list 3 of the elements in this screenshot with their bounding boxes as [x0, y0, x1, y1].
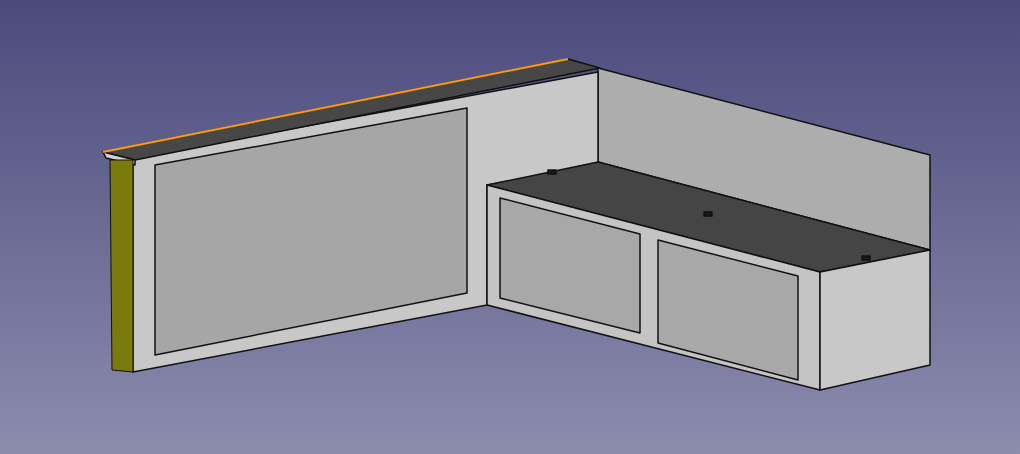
end-face[interactable]: [109, 159, 134, 373]
3d-viewport[interactable]: [0, 0, 1020, 454]
top-edge[interactable]: [102, 58, 569, 153]
